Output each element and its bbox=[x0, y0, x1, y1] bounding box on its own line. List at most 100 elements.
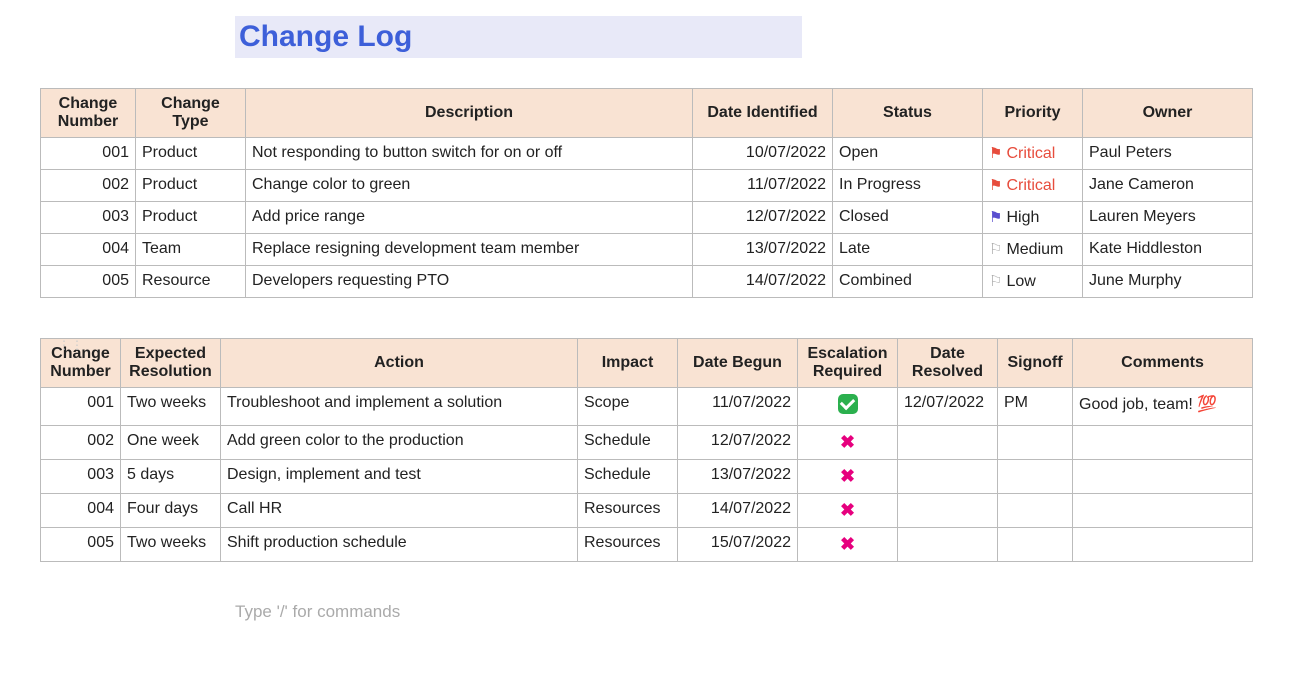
table-row: 0035 daysDesign, implement and testSched… bbox=[41, 460, 1253, 494]
cell-type: Product bbox=[136, 170, 246, 202]
x-icon: ✖ bbox=[840, 534, 855, 554]
cell-resolved: 12/07/2022 bbox=[898, 388, 998, 426]
cell-escalation bbox=[798, 388, 898, 426]
flag-icon: ⚑ bbox=[989, 145, 1002, 162]
x-icon: ✖ bbox=[840, 466, 855, 486]
cell-res: Two weeks bbox=[121, 388, 221, 426]
cell-number: 003 bbox=[41, 202, 136, 234]
cell-desc: Change color to green bbox=[246, 170, 693, 202]
cell-number: 005 bbox=[41, 528, 121, 562]
table-row: 003ProductAdd price range12/07/2022Close… bbox=[41, 202, 1253, 234]
cell-signoff bbox=[998, 426, 1073, 460]
cell-action: Add green color to the production bbox=[221, 426, 578, 460]
cell-number: 004 bbox=[41, 494, 121, 528]
x-icon: ✖ bbox=[840, 432, 855, 452]
t2-h-begun: Date Begun bbox=[678, 339, 798, 388]
cell-number: 002 bbox=[41, 170, 136, 202]
t1-h-owner: Owner bbox=[1083, 89, 1253, 138]
table-row: 001Two weeksTroubleshoot and implement a… bbox=[41, 388, 1253, 426]
cell-begun: 11/07/2022 bbox=[678, 388, 798, 426]
cell-desc: Developers requesting PTO bbox=[246, 266, 693, 298]
command-placeholder[interactable]: Type '/' for commands bbox=[235, 602, 1253, 622]
cell-begun: 13/07/2022 bbox=[678, 460, 798, 494]
cell-resolved bbox=[898, 460, 998, 494]
cell-priority: ⚐Medium bbox=[983, 234, 1083, 266]
t1-h-number: Change Number bbox=[41, 89, 136, 138]
cell-owner: Lauren Meyers bbox=[1083, 202, 1253, 234]
cell-number: 001 bbox=[41, 138, 136, 170]
t1-h-priority: Priority bbox=[983, 89, 1083, 138]
cell-type: Product bbox=[136, 202, 246, 234]
cell-owner: Jane Cameron bbox=[1083, 170, 1253, 202]
cell-type: Product bbox=[136, 138, 246, 170]
cell-escalation: ✖ bbox=[798, 528, 898, 562]
cell-impact: Resources bbox=[578, 528, 678, 562]
flag-icon: ⚐ bbox=[989, 241, 1002, 258]
t1-h-type: Change Type bbox=[136, 89, 246, 138]
cell-action: Troubleshoot and implement a solution bbox=[221, 388, 578, 426]
cell-resolved bbox=[898, 494, 998, 528]
check-icon bbox=[838, 394, 858, 414]
cell-impact: Scope bbox=[578, 388, 678, 426]
table-row: 005ResourceDevelopers requesting PTO14/0… bbox=[41, 266, 1253, 298]
cell-resolved bbox=[898, 528, 998, 562]
change-log-table-2: Change Number Expected Resolution Action… bbox=[40, 338, 1253, 562]
cell-comments bbox=[1073, 460, 1253, 494]
cell-comments bbox=[1073, 426, 1253, 460]
cell-action: Design, implement and test bbox=[221, 460, 578, 494]
table-row: 002One weekAdd green color to the produc… bbox=[41, 426, 1253, 460]
cell-action: Call HR bbox=[221, 494, 578, 528]
cell-signoff bbox=[998, 528, 1073, 562]
cell-comments bbox=[1073, 528, 1253, 562]
cell-impact: Resources bbox=[578, 494, 678, 528]
cell-res: One week bbox=[121, 426, 221, 460]
cell-begun: 14/07/2022 bbox=[678, 494, 798, 528]
cell-begun: 12/07/2022 bbox=[678, 426, 798, 460]
cell-status: Closed bbox=[833, 202, 983, 234]
cell-signoff bbox=[998, 460, 1073, 494]
cell-number: 004 bbox=[41, 234, 136, 266]
cell-priority: ⚐Low bbox=[983, 266, 1083, 298]
page-title: Change Log bbox=[235, 16, 802, 58]
cell-type: Team bbox=[136, 234, 246, 266]
cell-date: 11/07/2022 bbox=[693, 170, 833, 202]
t2-h-escalation: Escalation Required bbox=[798, 339, 898, 388]
cell-escalation: ✖ bbox=[798, 494, 898, 528]
cell-number: 003 bbox=[41, 460, 121, 494]
change-log-table-1: Change Number Change Type Description Da… bbox=[40, 88, 1253, 298]
cell-desc: Replace resigning development team membe… bbox=[246, 234, 693, 266]
table-row: 004TeamReplace resigning development tea… bbox=[41, 234, 1253, 266]
flag-icon: ⚑ bbox=[989, 209, 1002, 226]
flag-icon: ⚑ bbox=[989, 177, 1002, 194]
cell-signoff: PM bbox=[998, 388, 1073, 426]
t2-h-res: Expected Resolution bbox=[121, 339, 221, 388]
cell-desc: Add price range bbox=[246, 202, 693, 234]
cell-status: Combined bbox=[833, 266, 983, 298]
t1-h-status: Status bbox=[833, 89, 983, 138]
cell-owner: Paul Peters bbox=[1083, 138, 1253, 170]
flag-icon: ⚐ bbox=[989, 273, 1002, 290]
cell-date: 12/07/2022 bbox=[693, 202, 833, 234]
cell-priority: ⚑High bbox=[983, 202, 1083, 234]
t2-h-comments: Comments bbox=[1073, 339, 1253, 388]
table-row: 001ProductNot responding to button switc… bbox=[41, 138, 1253, 170]
cell-status: In Progress bbox=[833, 170, 983, 202]
cell-res: Four days bbox=[121, 494, 221, 528]
cell-number: 001 bbox=[41, 388, 121, 426]
cell-begun: 15/07/2022 bbox=[678, 528, 798, 562]
cell-status: Late bbox=[833, 234, 983, 266]
cell-res: 5 days bbox=[121, 460, 221, 494]
cell-number: 005 bbox=[41, 266, 136, 298]
cell-impact: Schedule bbox=[578, 426, 678, 460]
t2-h-impact: Impact bbox=[578, 339, 678, 388]
cell-escalation: ✖ bbox=[798, 426, 898, 460]
cell-comments: Good job, team! 💯 bbox=[1073, 388, 1253, 426]
cell-date: 14/07/2022 bbox=[693, 266, 833, 298]
cell-resolved bbox=[898, 426, 998, 460]
cell-signoff bbox=[998, 494, 1073, 528]
cell-desc: Not responding to button switch for on o… bbox=[246, 138, 693, 170]
drag-handle-icon[interactable]: ⋮⋮ bbox=[58, 338, 84, 352]
cell-date: 13/07/2022 bbox=[693, 234, 833, 266]
t1-h-desc: Description bbox=[246, 89, 693, 138]
table-row: 004Four daysCall HRResources14/07/2022✖ bbox=[41, 494, 1253, 528]
